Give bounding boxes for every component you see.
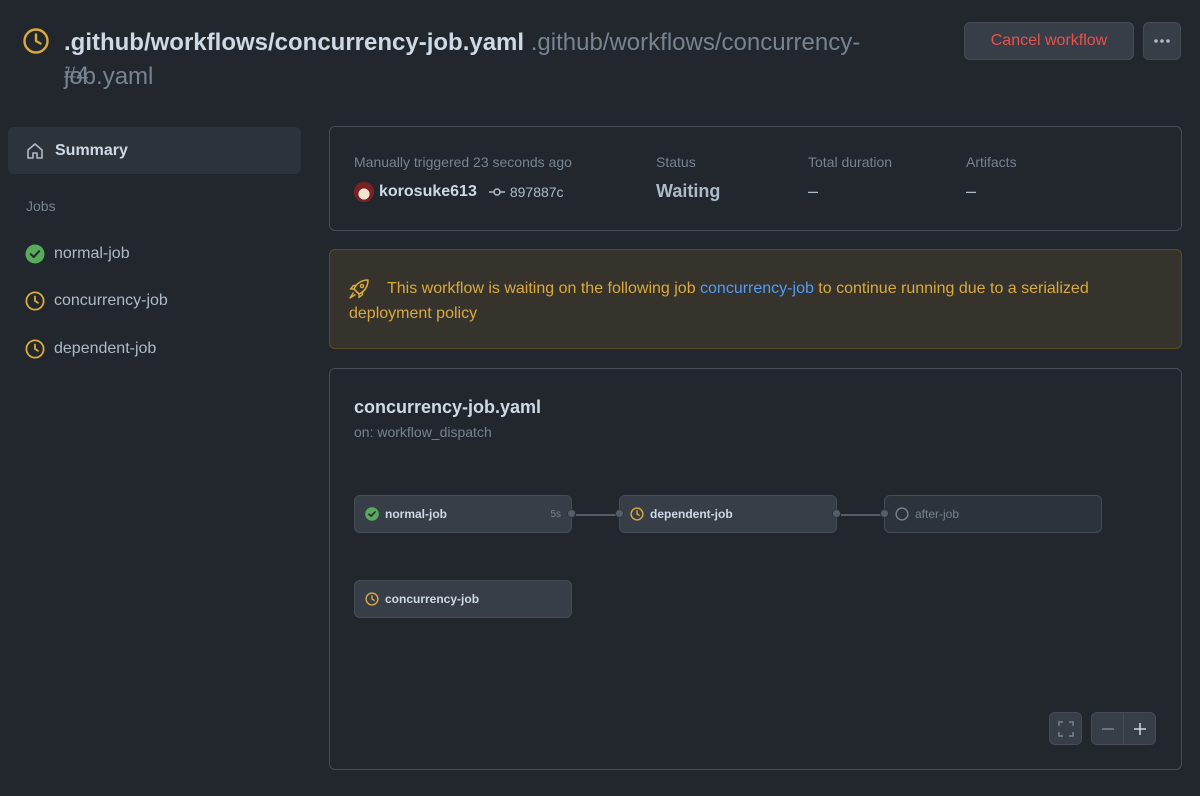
- waiting-flash: This workflow is waiting on the followin…: [329, 249, 1182, 349]
- actor-name[interactable]: korosuke613: [379, 183, 477, 201]
- job-label: dependent-job: [54, 340, 157, 357]
- cancel-workflow-button[interactable]: Cancel workflow: [964, 22, 1134, 60]
- graph-node-normal-job[interactable]: normal-job 5s: [354, 495, 572, 533]
- home-icon: [27, 142, 43, 159]
- git-commit-icon: [488, 188, 505, 196]
- node-label: dependent-job: [650, 507, 733, 521]
- screen-full-icon: [1057, 720, 1074, 737]
- node-port: [832, 509, 841, 518]
- avatar[interactable]: [354, 182, 374, 202]
- job-label: normal-job: [54, 245, 130, 262]
- zoom-in-button[interactable]: [1123, 712, 1156, 745]
- graph-node-concurrency-job[interactable]: concurrency-job: [354, 580, 572, 618]
- clock-icon: [365, 592, 379, 606]
- node-label: concurrency-job: [385, 592, 480, 606]
- workflow-run-page: .github/workflows/concurrency-job.yaml .…: [0, 0, 1200, 796]
- duration-value: –: [808, 181, 819, 201]
- check-circle-icon: [25, 244, 45, 264]
- node-port: [880, 509, 889, 518]
- sidebar-job-concurrency[interactable]: concurrency-job: [25, 289, 168, 313]
- graph-title: concurrency-job.yaml: [354, 397, 542, 417]
- workflow-title: .github/workflows/concurrency-job.yaml: [64, 29, 525, 56]
- graph-node-dependent-job[interactable]: dependent-job: [619, 495, 837, 533]
- concurrency-job-link[interactable]: concurrency-job: [700, 280, 814, 297]
- sidebar-item-label: Summary: [55, 141, 128, 159]
- zoom-out-button[interactable]: [1091, 712, 1124, 745]
- artifacts-label: Artifacts: [966, 154, 1017, 170]
- status-label: Status: [656, 154, 696, 170]
- clock-icon: [630, 507, 644, 521]
- commit-sha: 897887c: [509, 184, 564, 200]
- clock-icon: [25, 291, 45, 311]
- trigger-label: Manually triggered 23 seconds ago: [354, 154, 572, 170]
- sidebar-item-summary[interactable]: Summary: [8, 127, 301, 174]
- more-options-button[interactable]: [1143, 22, 1181, 60]
- job-label: concurrency-job: [54, 292, 168, 309]
- run-number: #4: [64, 62, 89, 87]
- graph-node-after-job[interactable]: after-job: [884, 495, 1102, 533]
- node-port: [567, 509, 576, 518]
- clock-icon: [23, 28, 49, 54]
- duration-label: Total duration: [808, 154, 893, 170]
- minus-icon: [1101, 727, 1114, 730]
- commit-link[interactable]: 897887c: [488, 184, 564, 200]
- node-label: normal-job: [385, 507, 447, 521]
- run-summary-box: Manually triggered 23 seconds ago korosu…: [329, 126, 1182, 231]
- workflow-graph: concurrency-job.yaml on: workflow_dispat…: [329, 368, 1182, 770]
- fullscreen-button[interactable]: [1049, 712, 1082, 745]
- status-value: Waiting: [656, 181, 721, 201]
- clock-icon: [25, 339, 45, 359]
- kebab-horizontal-icon: [1154, 39, 1170, 43]
- flash-text-before: This workflow is waiting on the followin…: [387, 280, 701, 297]
- plus-icon: [1133, 722, 1146, 735]
- node-port: [615, 509, 624, 518]
- jobs-heading: Jobs: [26, 198, 56, 214]
- graph-trigger: on: workflow_dispatch: [354, 424, 492, 440]
- node-label: after-job: [915, 507, 960, 521]
- sidebar-job-normal[interactable]: normal-job: [25, 242, 130, 266]
- page-title: .github/workflows/concurrency-job.yaml .…: [64, 26, 944, 94]
- check-circle-icon: [365, 507, 379, 521]
- flash-message: This workflow is waiting on the followin…: [349, 276, 1169, 326]
- node-duration: 5s: [550, 508, 561, 520]
- sidebar-job-dependent[interactable]: dependent-job: [25, 337, 156, 361]
- pending-circle-icon: [895, 507, 909, 521]
- artifacts-value: –: [966, 181, 977, 201]
- actor-info: korosuke613 897887c: [354, 182, 564, 202]
